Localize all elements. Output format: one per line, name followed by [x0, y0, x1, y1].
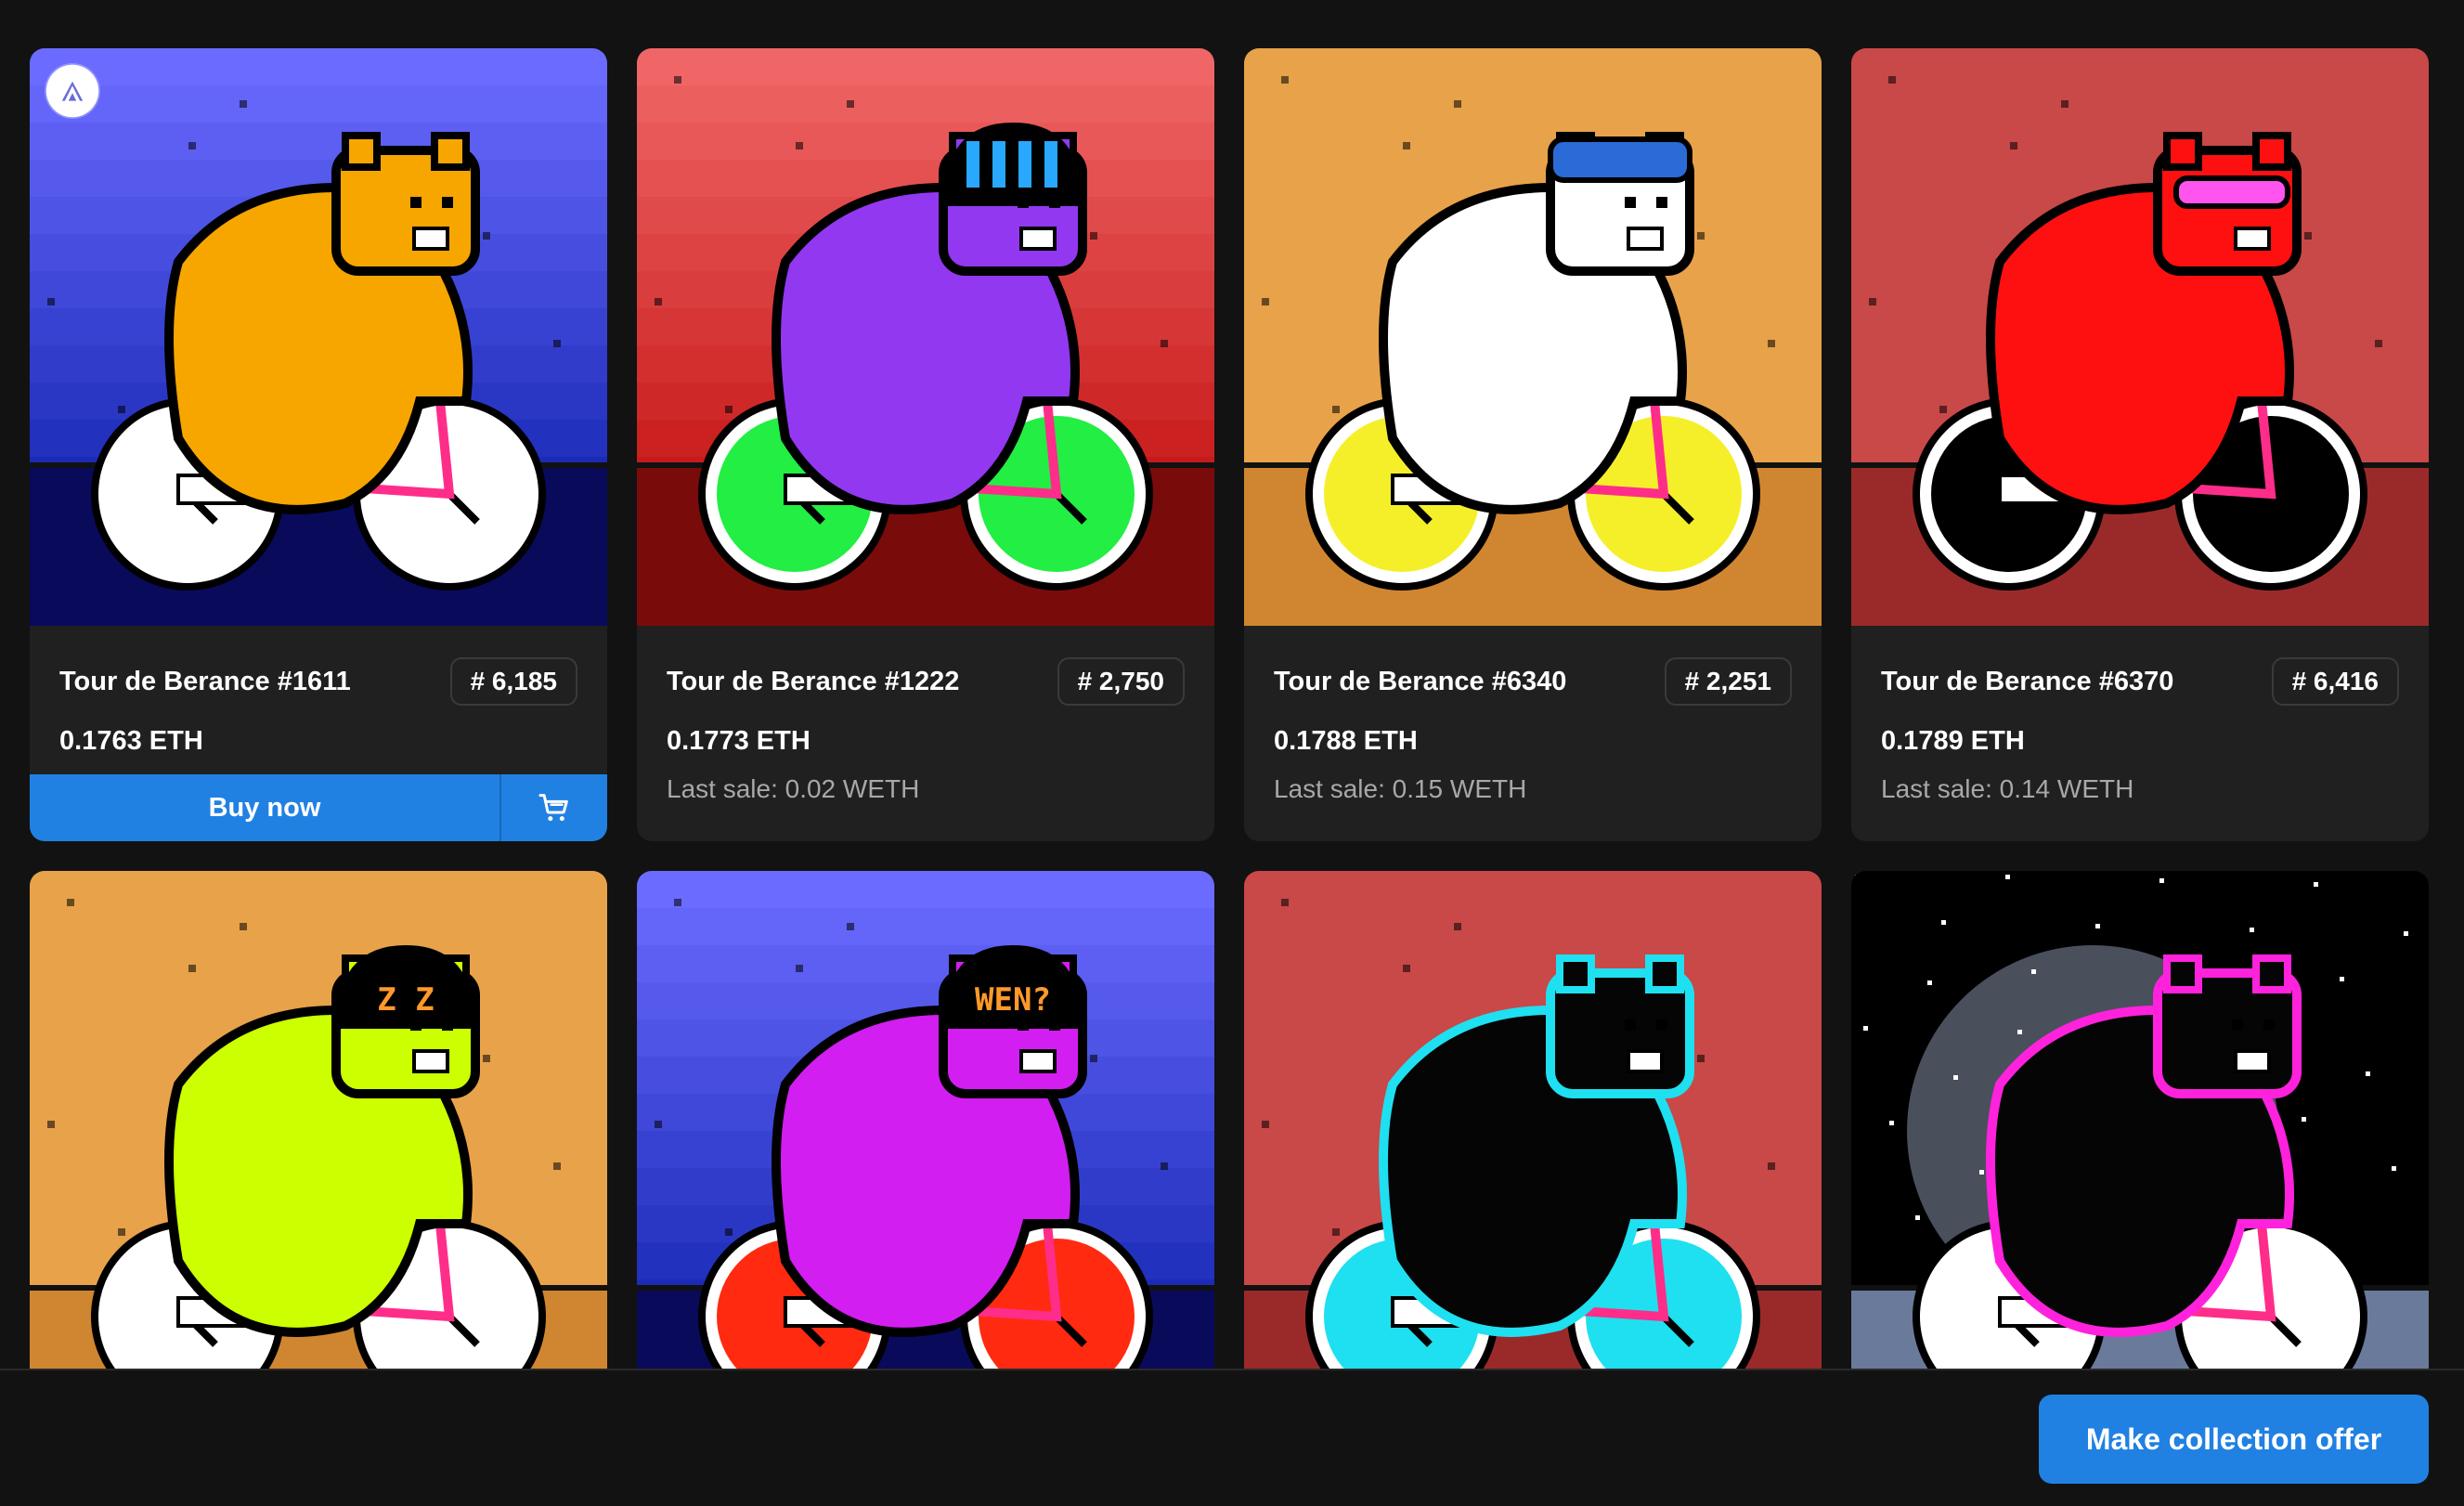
add-to-cart-button[interactable] — [501, 774, 607, 841]
title-row: Tour de Berance #6370 # 6,416 — [1881, 656, 2399, 708]
nft-card[interactable]: Tour de Berance #1611 # 6,185 0.1763 ETH… — [30, 48, 607, 841]
page: Tour de Berance #1611 # 6,185 0.1763 ETH… — [0, 0, 2464, 1506]
nft-price: 0.1773 ETH — [667, 726, 811, 756]
rarity-rank-badge: # 2,251 — [1664, 657, 1792, 706]
nft-title: Tour de Berance #6370 — [1881, 666, 2174, 696]
title-row: Tour de Berance #1222 # 2,750 — [667, 656, 1185, 708]
nft-card[interactable] — [1244, 871, 1822, 1448]
nft-image[interactable]: Z Z — [30, 871, 607, 1448]
rarity-rank-badge: # 6,416 — [2271, 657, 2399, 706]
nft-image[interactable] — [1244, 48, 1822, 626]
nft-price: 0.1789 ETH — [1881, 726, 2025, 756]
rarity-rank-badge: # 6,185 — [449, 657, 577, 706]
last-sale: Last sale: 0.14 WETH — [1881, 774, 2134, 803]
buy-now-button[interactable]: Buy now — [30, 774, 501, 841]
nft-grid: Tour de Berance #1611 # 6,185 0.1763 ETH… — [30, 48, 2434, 1448]
nft-card[interactable] — [1851, 871, 2429, 1448]
card-info: Tour de Berance #6370 # 6,416 0.1789 ETH… — [1851, 626, 2429, 841]
buy-row: Buy now — [30, 774, 607, 841]
last-sale: Last sale: 0.15 WETH — [1274, 774, 1527, 803]
card-info: Tour de Berance #6340 # 2,251 0.1788 ETH… — [1244, 626, 1822, 841]
rarity-rank-badge: # 2,750 — [1057, 657, 1185, 706]
last-sale: Last sale: 0.02 WETH — [667, 774, 920, 803]
card-info: Tour de Berance #1222 # 2,750 0.1773 ETH… — [637, 626, 1214, 841]
svg-text:WEN?: WEN? — [975, 981, 1051, 1019]
make-collection-offer-button[interactable]: Make collection offer — [2039, 1395, 2429, 1484]
nft-title: Tour de Berance #1222 — [667, 666, 960, 696]
chain-logo-icon — [45, 63, 100, 119]
nft-card[interactable]: Tour de Berance #6340 # 2,251 0.1788 ETH… — [1244, 48, 1822, 841]
nft-title: Tour de Berance #1611 — [59, 666, 351, 696]
nft-image[interactable]: WEN? — [637, 871, 1214, 1448]
bottom-action-bar: Make collection offer — [0, 1369, 2464, 1506]
nft-image[interactable] — [1851, 871, 2429, 1448]
svg-text:Z Z: Z Z — [377, 981, 434, 1019]
nft-price: 0.1788 ETH — [1274, 726, 1418, 756]
nft-card[interactable]: Tour de Berance #1222 # 2,750 0.1773 ETH… — [637, 48, 1214, 841]
nft-title: Tour de Berance #6340 — [1274, 666, 1567, 696]
nft-image[interactable] — [637, 48, 1214, 626]
cart-icon — [538, 794, 568, 822]
title-row: Tour de Berance #1611 # 6,185 — [59, 656, 577, 708]
title-row: Tour de Berance #6340 # 2,251 — [1274, 656, 1792, 708]
nft-card[interactable]: WEN? — [637, 871, 1214, 1448]
nft-image[interactable] — [30, 48, 607, 626]
card-info: Tour de Berance #1611 # 6,185 0.1763 ETH… — [30, 626, 607, 841]
nft-price: 0.1763 ETH — [59, 726, 203, 756]
nft-card[interactable]: Z Z — [30, 871, 607, 1448]
nft-card[interactable]: Tour de Berance #6370 # 6,416 0.1789 ETH… — [1851, 48, 2429, 841]
nft-image[interactable] — [1244, 871, 1822, 1448]
nft-image[interactable] — [1851, 48, 2429, 626]
